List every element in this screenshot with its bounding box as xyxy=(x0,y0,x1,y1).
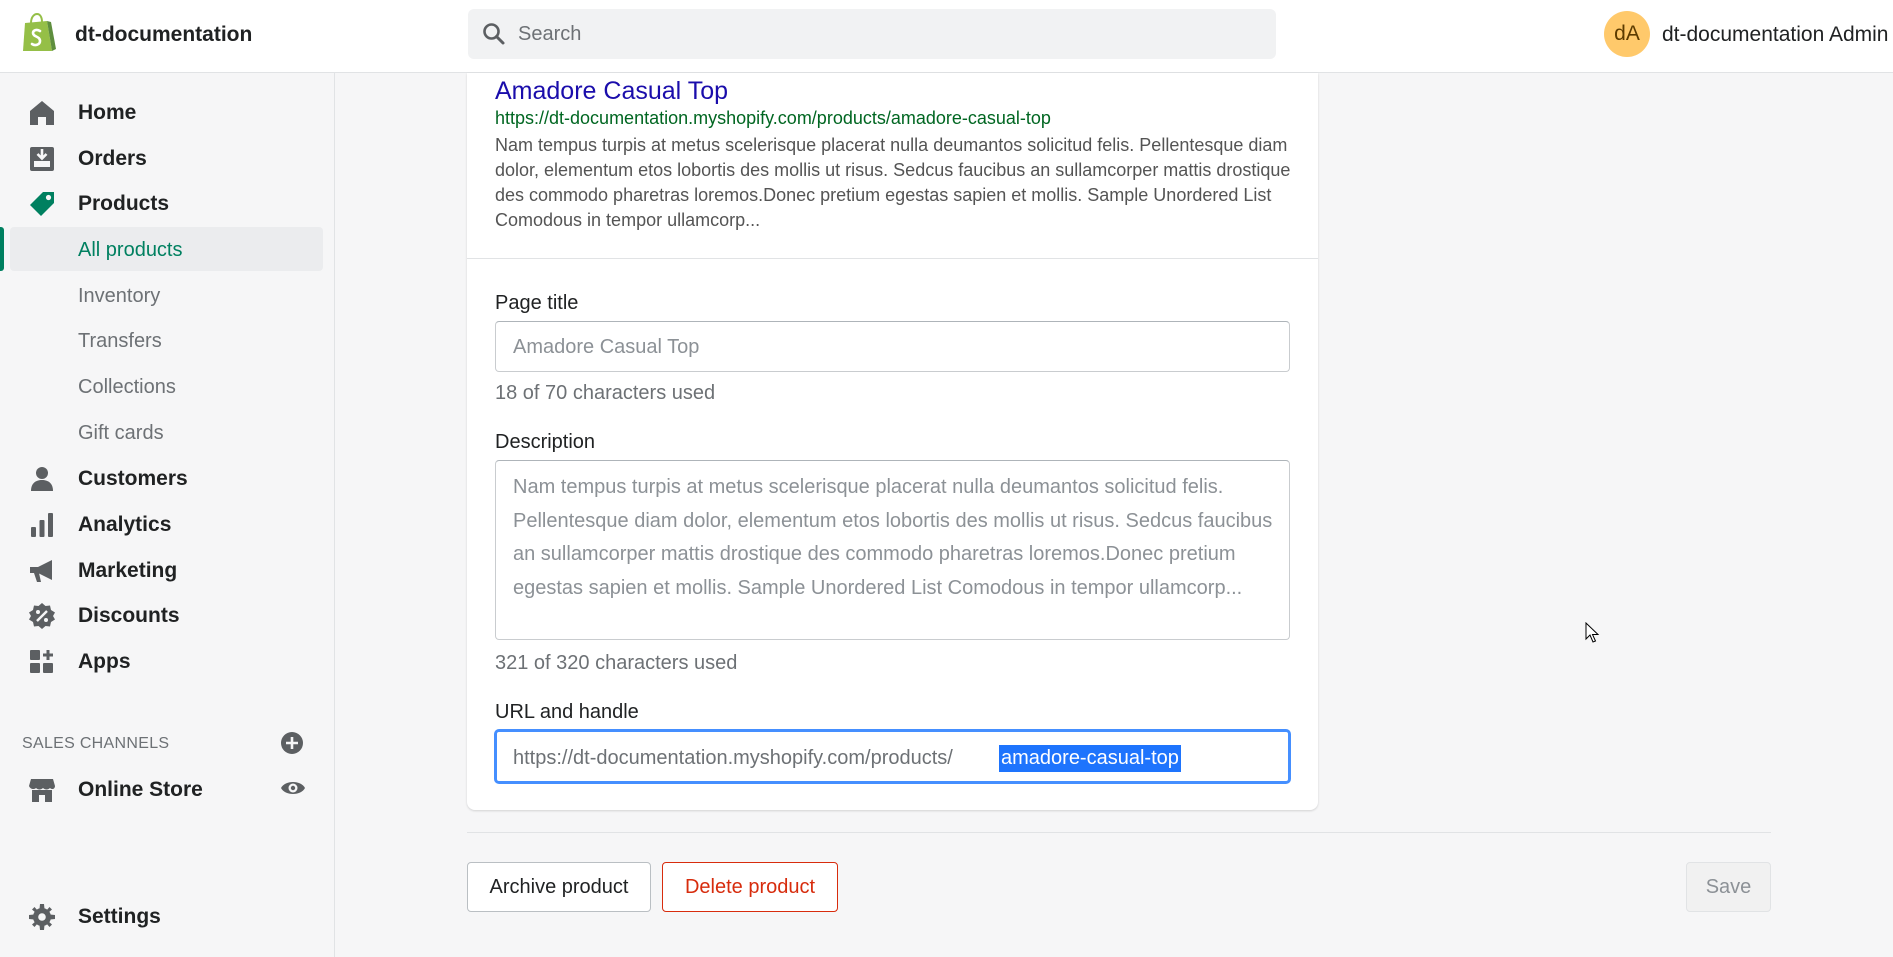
sidebar-item-gift-cards[interactable]: Gift cards xyxy=(10,410,323,454)
description-textarea[interactable]: Nam tempus turpis at metus scelerisque p… xyxy=(495,460,1290,640)
description-help: 321 of 320 characters used xyxy=(495,652,738,674)
description-placeholder: Nam tempus turpis at metus scelerisque p… xyxy=(513,476,1273,599)
sidebar-item-products[interactable]: Products xyxy=(0,181,335,225)
seo-card: Amadore Casual Top https://dt-documentat… xyxy=(467,73,1318,810)
user-name[interactable]: dt-documentation Admin xyxy=(1662,23,1888,47)
gear-icon xyxy=(29,904,55,930)
sales-channels-heading: SALES CHANNELS xyxy=(22,735,170,752)
sidebar-subitem-label: Collections xyxy=(78,376,176,398)
top-bar: dt-documentation dA dt-documentation Adm… xyxy=(0,0,1893,73)
url-handle-label: URL and handle xyxy=(495,701,639,723)
sidebar-item-marketing[interactable]: Marketing xyxy=(0,548,335,592)
save-button[interactable]: Save xyxy=(1686,862,1771,912)
search-input[interactable] xyxy=(518,9,1258,59)
sidebar-item-label: Discounts xyxy=(78,604,180,627)
sidebar-item-orders[interactable]: Orders xyxy=(0,136,335,180)
sidebar-item-label: Settings xyxy=(78,905,161,928)
apps-icon xyxy=(30,650,53,673)
page-title-help: 18 of 70 characters used xyxy=(495,382,716,404)
sidebar-item-settings[interactable]: Settings xyxy=(0,894,335,938)
sidebar-item-label: Customers xyxy=(78,467,188,490)
shopify-bag-icon[interactable] xyxy=(20,13,56,53)
sidebar-item-transfers[interactable]: Transfers xyxy=(10,318,323,362)
avatar[interactable]: dA xyxy=(1604,11,1650,57)
store-icon xyxy=(29,779,55,802)
preview-description: Nam tempus turpis at metus scelerisque p… xyxy=(495,135,1291,230)
active-indicator xyxy=(0,227,4,271)
page-title-placeholder: Amadore Casual Top xyxy=(513,336,700,358)
add-circle-icon[interactable] xyxy=(280,731,304,755)
sidebar-item-all-products[interactable]: All products xyxy=(10,227,323,271)
search-icon xyxy=(483,23,505,45)
url-prefix: https://dt-documentation.myshopify.com/p… xyxy=(513,747,953,769)
sidebar-item-label: Home xyxy=(78,101,137,124)
megaphone-icon xyxy=(30,560,52,582)
sidebar-item-customers[interactable]: Customers xyxy=(0,456,335,500)
archive-product-button[interactable]: Archive product xyxy=(467,862,651,912)
home-icon xyxy=(30,101,54,125)
sidebar-subitem-label: Gift cards xyxy=(78,422,164,444)
page-title-input[interactable]: Amadore Casual Top xyxy=(495,321,1290,372)
person-icon xyxy=(31,467,53,491)
discount-icon xyxy=(29,603,55,629)
page-actions-divider xyxy=(467,832,1771,833)
mouse-cursor-icon xyxy=(1585,622,1600,643)
sidebar: Home Orders Products All products Invent… xyxy=(0,73,335,957)
url-handle-selected-text[interactable]: amadore-casual-top xyxy=(999,745,1181,772)
sidebar-subitem-label: Transfers xyxy=(78,330,162,352)
page-title-label: Page title xyxy=(495,292,579,314)
sidebar-item-label: Products xyxy=(78,192,170,215)
eye-icon[interactable] xyxy=(280,777,306,799)
sidebar-item-label: Online Store xyxy=(78,778,203,801)
sidebar-item-discounts[interactable]: Discounts xyxy=(0,593,335,637)
preview-title: Amadore Casual Top xyxy=(495,77,729,105)
sidebar-subitem-label: All products xyxy=(78,239,183,261)
delete-product-button[interactable]: Delete product xyxy=(662,862,838,912)
sidebar-item-inventory[interactable]: Inventory xyxy=(10,273,323,317)
sidebar-subitem-label: Inventory xyxy=(78,285,161,307)
description-label: Description xyxy=(495,431,596,453)
sidebar-item-label: Analytics xyxy=(78,513,172,536)
sidebar-item-home[interactable]: Home xyxy=(0,90,335,134)
sidebar-item-collections[interactable]: Collections xyxy=(10,364,323,408)
orders-icon xyxy=(30,147,54,171)
sidebar-item-analytics[interactable]: Analytics xyxy=(0,502,335,546)
sidebar-item-label: Orders xyxy=(78,147,147,170)
sidebar-item-apps[interactable]: Apps xyxy=(0,639,335,683)
store-name[interactable]: dt-documentation xyxy=(75,23,252,47)
preview-url: https://dt-documentation.myshopify.com/p… xyxy=(495,108,1051,128)
sidebar-item-label: Apps xyxy=(78,650,131,673)
sidebar-item-label: Marketing xyxy=(78,559,178,582)
bar-chart-icon xyxy=(31,513,53,537)
tag-icon xyxy=(30,192,54,216)
search-bar[interactable] xyxy=(468,9,1276,59)
search-engine-preview: Amadore Casual Top https://dt-documentat… xyxy=(467,73,1318,259)
url-handle-input[interactable]: https://dt-documentation.myshopify.com/p… xyxy=(495,730,1290,783)
